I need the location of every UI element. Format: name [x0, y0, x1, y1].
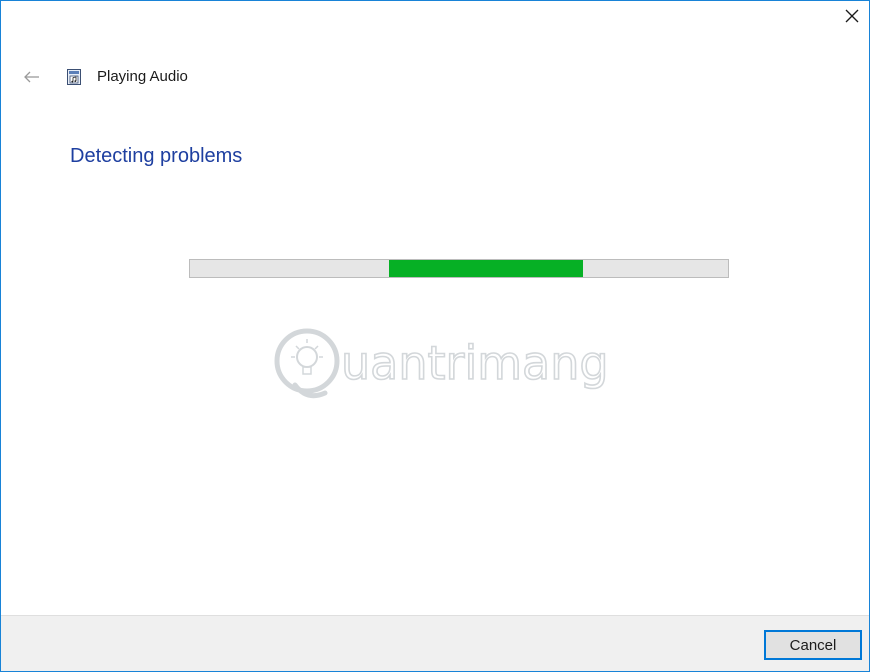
troubleshooter-icon [67, 69, 81, 85]
progress-fill [389, 260, 583, 277]
progress-bar [189, 259, 729, 278]
window-title: Playing Audio [97, 68, 188, 85]
close-button[interactable] [835, 1, 869, 31]
footer-bar: Cancel [1, 615, 869, 671]
watermark-text: uantrimang [341, 336, 609, 390]
page-heading: Detecting problems [70, 145, 243, 167]
back-button[interactable] [21, 67, 43, 87]
window-header: Playing Audio [1, 61, 869, 93]
cancel-button[interactable]: Cancel [764, 630, 862, 660]
back-arrow-icon [24, 71, 39, 83]
lightbulb-logo-icon [274, 328, 340, 399]
close-icon [845, 9, 859, 23]
watermark-logo: uantrimang [274, 328, 609, 399]
troubleshooter-window: Playing Audio Detecting problems uantrim… [0, 0, 870, 672]
